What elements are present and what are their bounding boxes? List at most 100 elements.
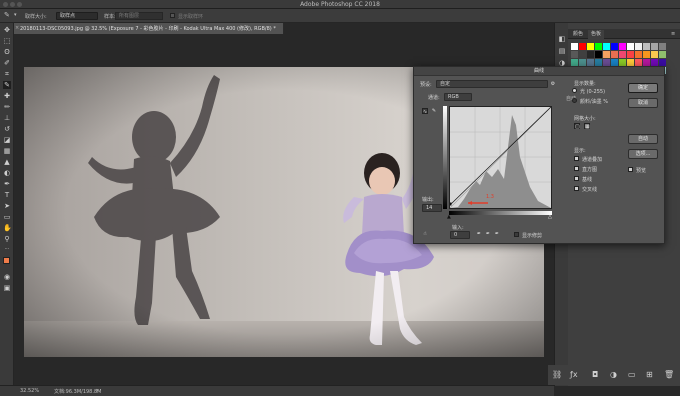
zoom-level[interactable]: 32.52%	[20, 388, 39, 394]
swatch[interactable]	[587, 59, 594, 66]
swatch[interactable]	[579, 59, 586, 66]
hand-tool-icon[interactable]: ✋	[3, 224, 12, 232]
document-tab[interactable]: × 20180113-DSC05093.jpg @ 32.5% (Exposur…	[14, 23, 284, 34]
swatch[interactable]	[619, 51, 626, 58]
swatch[interactable]	[571, 51, 578, 58]
swatch[interactable]	[603, 51, 610, 58]
clone-stamp-tool-icon[interactable]: ⊥	[3, 114, 11, 122]
lasso-tool-icon[interactable]: ʘ	[3, 48, 11, 56]
color-panel-icon[interactable]: ◧	[558, 35, 566, 43]
swatch[interactable]	[587, 43, 594, 50]
screen-mode-icon[interactable]: ▣	[3, 284, 11, 292]
tab-swatches[interactable]: 色板	[588, 30, 605, 39]
swatch[interactable]	[571, 59, 578, 66]
foreground-color-swatch[interactable]	[3, 257, 10, 264]
black-eyedropper-icon[interactable]: ✒	[476, 231, 482, 237]
pencil-draw-icon[interactable]: ✎	[431, 108, 437, 114]
swatch[interactable]	[627, 59, 634, 66]
tab-color[interactable]: 颜色	[570, 30, 586, 39]
eraser-tool-icon[interactable]: ◪	[3, 136, 11, 144]
marquee-tool-icon[interactable]: ⬚	[3, 37, 11, 45]
swatch[interactable]	[611, 51, 618, 58]
swatch[interactable]	[587, 51, 594, 58]
crop-tool-icon[interactable]: ⌗	[3, 70, 11, 78]
simple-grid-icon[interactable]: ▢	[574, 123, 580, 130]
channel-select[interactable]: RGB	[444, 93, 472, 101]
quick-mask-icon[interactable]: ◉	[3, 273, 11, 281]
histogram-checkbox[interactable]	[574, 166, 579, 171]
pen-tool-icon[interactable]: ✒	[3, 180, 11, 188]
link-layers-icon[interactable]: ⛓	[552, 370, 562, 379]
swatch[interactable]	[659, 59, 666, 66]
black-point-slider-icon[interactable]: ▲	[447, 214, 451, 220]
preset-select[interactable]: 自定	[436, 80, 548, 88]
show-ring-checkbox[interactable]	[170, 13, 175, 18]
swatch[interactable]	[635, 51, 642, 58]
blur-tool-icon[interactable]: ▲	[3, 158, 11, 166]
shape-tool-icon[interactable]: ▭	[3, 213, 11, 221]
swatch[interactable]	[611, 59, 618, 66]
dodge-tool-icon[interactable]: ◐	[3, 169, 11, 177]
close-tab-icon[interactable]: ×	[15, 25, 19, 31]
adjustment-layer-icon[interactable]: ◑	[610, 370, 617, 379]
more-tools-icon[interactable]: ⋯	[3, 245, 11, 253]
baseline-checkbox[interactable]	[574, 176, 579, 181]
output-field[interactable]: 14	[422, 204, 442, 212]
swatch[interactable]	[651, 59, 658, 66]
light-radio[interactable]	[572, 88, 577, 93]
swatch[interactable]	[595, 51, 602, 58]
swatch[interactable]	[659, 43, 666, 50]
swatch[interactable]	[635, 43, 642, 50]
white-eyedropper-icon[interactable]: ✒	[494, 231, 500, 237]
gray-eyedropper-icon[interactable]: ✒	[485, 231, 491, 237]
target-adjust-hand-icon[interactable]: ☝	[422, 231, 428, 237]
intersection-checkbox[interactable]	[574, 186, 579, 191]
type-tool-icon[interactable]: T	[3, 191, 11, 199]
zoom-tool-icon[interactable]: ⚲	[3, 235, 11, 243]
sample-size-select[interactable]: 取样点	[56, 12, 98, 20]
quick-select-tool-icon[interactable]: ✐	[3, 59, 11, 67]
healing-brush-tool-icon[interactable]: ✚	[3, 92, 11, 100]
channel-overlay-checkbox[interactable]	[574, 156, 579, 161]
swatch[interactable]	[619, 59, 626, 66]
path-select-tool-icon[interactable]: ➤	[3, 202, 11, 210]
swatch[interactable]	[643, 51, 650, 58]
swatch[interactable]	[603, 59, 610, 66]
delete-layer-icon[interactable]: 🗑	[664, 370, 674, 379]
options-button[interactable]: 选项...	[628, 149, 658, 159]
history-brush-tool-icon[interactable]: ↺	[3, 125, 11, 133]
swatch[interactable]	[627, 51, 634, 58]
layer-style-icon[interactable]: ƒx	[570, 370, 578, 379]
add-mask-icon[interactable]: ◘	[592, 370, 598, 379]
move-tool-icon[interactable]: ✥	[3, 26, 11, 34]
pigment-radio[interactable]	[572, 98, 577, 103]
brush-tool-icon[interactable]: ✏	[3, 103, 11, 111]
cancel-button[interactable]: 取消	[628, 98, 658, 108]
swatch[interactable]	[603, 43, 610, 50]
edit-points-icon[interactable]: ∿	[422, 108, 428, 115]
swatch[interactable]	[627, 43, 634, 50]
new-layer-icon[interactable]: ⊞	[646, 370, 653, 379]
eyedropper-icon[interactable]: ✎	[4, 11, 10, 19]
panel-menu-icon[interactable]: ≡	[668, 30, 678, 39]
auto-button[interactable]: 自动	[628, 134, 658, 144]
ok-button[interactable]: 确定	[628, 83, 658, 93]
swatch[interactable]	[579, 43, 586, 50]
status-menu-chevron-icon[interactable]: ›	[96, 387, 98, 394]
swatch[interactable]	[643, 43, 650, 50]
swatch[interactable]	[595, 59, 602, 66]
swatches-panel-icon[interactable]: ▤	[558, 47, 566, 55]
detailed-grid-icon[interactable]: ▦	[584, 123, 590, 130]
curves-graph[interactable]	[448, 106, 552, 209]
swatch[interactable]	[643, 59, 650, 66]
gradient-tool-icon[interactable]: ▦	[3, 147, 11, 155]
swatch[interactable]	[619, 43, 626, 50]
swatch[interactable]	[611, 43, 618, 50]
swatch[interactable]	[571, 43, 578, 50]
preset-options-gear-icon[interactable]: ⚙	[550, 81, 556, 87]
new-group-icon[interactable]: ▭	[628, 370, 636, 379]
swatch[interactable]	[595, 43, 602, 50]
preview-checkbox[interactable]	[628, 167, 633, 172]
input-field[interactable]: 0	[450, 231, 470, 239]
show-clipping-checkbox[interactable]	[514, 232, 519, 237]
